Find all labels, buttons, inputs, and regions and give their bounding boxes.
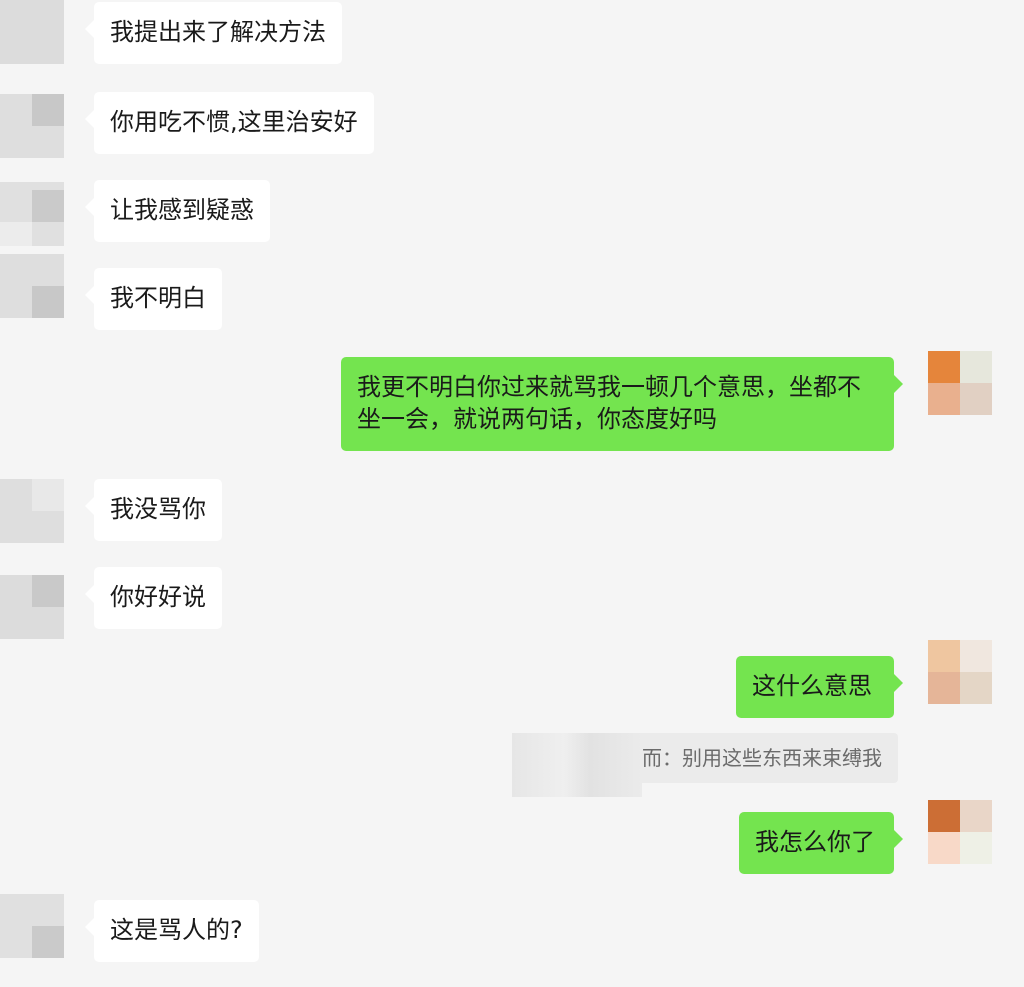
quoted-text: 而：别用这些东西来束缚我 <box>642 746 882 770</box>
contact-avatar[interactable] <box>0 254 64 318</box>
quoted-message[interactable]: 而：别用这些东西来束缚我 <box>512 733 898 797</box>
message-bubble[interactable]: 你好好说 <box>85 567 222 629</box>
message-bubble[interactable]: 让我感到疑惑 <box>85 180 270 242</box>
self-avatar[interactable] <box>928 640 992 704</box>
contact-avatar[interactable] <box>0 894 64 958</box>
contact-avatar[interactable] <box>0 182 64 246</box>
message-bubble[interactable]: 我提出来了解决方法 <box>85 2 342 64</box>
message-bubble[interactable]: 这什么意思 <box>736 656 903 718</box>
message-bubble[interactable]: 我怎么你了 <box>739 812 903 874</box>
message-bubble[interactable]: 我更不明白你过来就骂我一顿几个意思，坐都不坐一会，就说两句话，你态度好吗 <box>341 357 903 451</box>
message-bubble[interactable]: 这是骂人的? <box>85 900 259 962</box>
contact-avatar[interactable] <box>0 575 64 639</box>
message-bubble[interactable]: 我没骂你 <box>85 479 222 541</box>
contact-avatar[interactable] <box>0 94 64 158</box>
contact-avatar[interactable] <box>0 0 64 64</box>
contact-avatar[interactable] <box>0 479 64 543</box>
self-avatar[interactable] <box>928 351 992 415</box>
message-bubble[interactable]: 你用吃不惯,这里治安好 <box>85 92 374 154</box>
message-bubble[interactable]: 我不明白 <box>85 268 222 330</box>
self-avatar[interactable] <box>928 800 992 864</box>
